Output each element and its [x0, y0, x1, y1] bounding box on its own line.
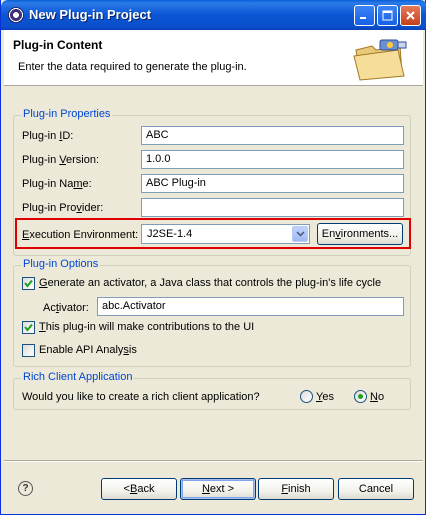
execution-environment-value: J2SE-1.4: [147, 228, 193, 240]
minimize-icon: [360, 17, 366, 19]
plugin-name-input[interactable]: ABC Plug-in: [141, 174, 404, 193]
ui-contributions-checkbox[interactable]: [22, 321, 35, 334]
plugin-id-input[interactable]: ABC: [141, 126, 404, 145]
next-button[interactable]: Next >: [180, 478, 256, 500]
window-title: New Plug-in Project: [29, 7, 152, 22]
execution-environment-select[interactable]: J2SE-1.4: [141, 224, 310, 244]
plugin-provider-input[interactable]: [141, 198, 404, 217]
plugin-provider-label: Plug-in Provider:: [22, 202, 104, 214]
close-icon: [406, 11, 415, 20]
plugin-options-title: Plug-in Options: [21, 258, 101, 270]
page-title: Plug-in Content: [13, 38, 103, 52]
rich-client-no-label[interactable]: No: [370, 391, 384, 403]
plugin-folder-icon: [353, 39, 407, 81]
rich-client-title: Rich Client Application: [21, 371, 135, 383]
finish-button[interactable]: Finish: [258, 478, 334, 500]
plugin-name-label: Plug-in Name:: [22, 178, 92, 190]
enable-api-analysis-checkbox[interactable]: [22, 344, 35, 357]
plugin-version-input[interactable]: 1.0.0: [141, 150, 404, 169]
activator-label: Activator:: [43, 302, 89, 314]
plugin-version-label: Plug-in Version:: [22, 154, 100, 166]
cancel-button[interactable]: Cancel: [338, 478, 414, 500]
chevron-down-icon[interactable]: [292, 226, 308, 242]
title-bar[interactable]: New Plug-in Project: [1, 0, 426, 30]
back-button[interactable]: < Back: [101, 478, 177, 500]
radio-selected-dot: [358, 394, 363, 399]
plugin-id-label: Plug-in ID:: [22, 130, 74, 142]
checkmark-icon: [24, 323, 33, 332]
ui-contributions-label[interactable]: This plug-in will make contributions to …: [39, 321, 254, 333]
minimize-button[interactable]: [354, 5, 375, 26]
checkmark-icon: [24, 279, 33, 288]
rich-client-yes-radio[interactable]: [300, 390, 313, 403]
footer-separator: [4, 460, 423, 462]
new-plugin-project-dialog: New Plug-in Project Plug-in Content Ente…: [0, 0, 426, 515]
maximize-button[interactable]: [377, 5, 398, 26]
activator-input[interactable]: abc.Activator: [97, 297, 404, 316]
enable-api-analysis-label[interactable]: Enable API Analysis: [39, 344, 137, 356]
generate-activator-label[interactable]: Generate an activator, a Java class that…: [39, 277, 381, 289]
plugin-properties-title: Plug-in Properties: [21, 108, 113, 120]
page-description: Enter the data required to generate the …: [18, 61, 247, 73]
help-icon[interactable]: ?: [18, 481, 33, 496]
eclipse-icon: [8, 7, 24, 23]
generate-activator-checkbox[interactable]: [22, 277, 35, 290]
rich-client-question: Would you like to create a rich client a…: [22, 391, 260, 403]
wizard-banner: Plug-in Content Enter the data required …: [4, 30, 423, 86]
rich-client-no-radio[interactable]: [354, 390, 367, 403]
rich-client-yes-label[interactable]: Yes: [316, 391, 334, 403]
close-button[interactable]: [400, 5, 421, 26]
environments-button[interactable]: En v ironments...: [317, 223, 403, 245]
maximize-icon: [382, 10, 393, 21]
execution-environment-label: Execution Environment:: [22, 229, 139, 241]
